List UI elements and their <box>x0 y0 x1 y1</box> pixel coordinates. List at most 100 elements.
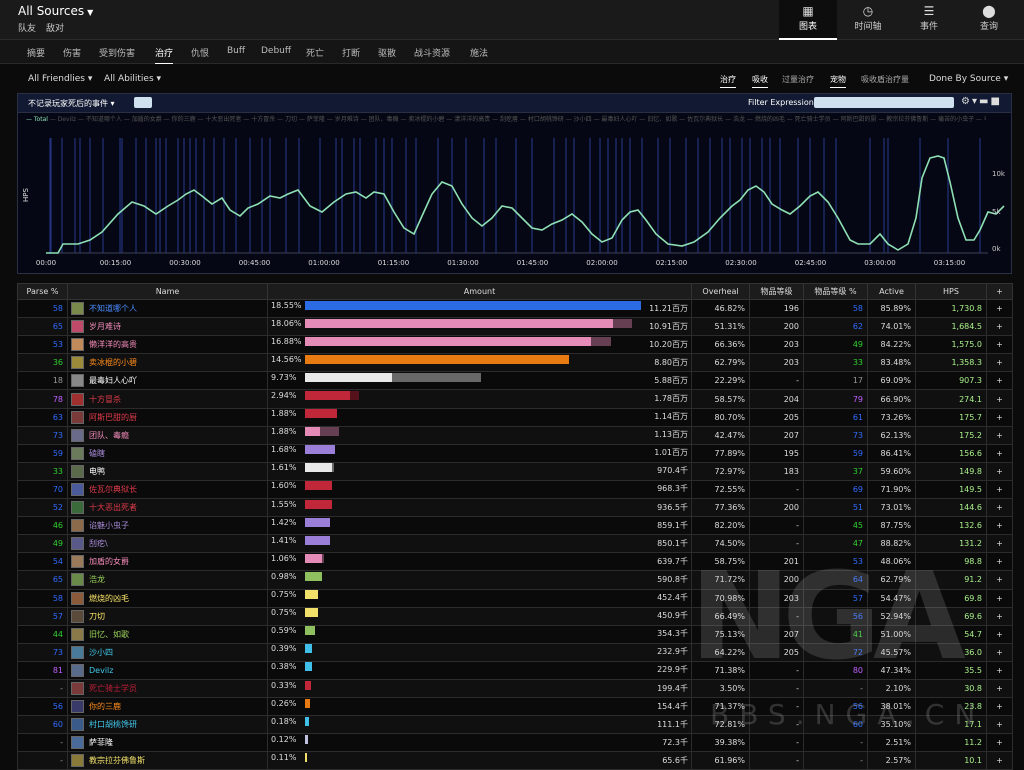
table-row[interactable]: 73 团队、毒瘾 1.88% 1.13百万 42.47% 207 73 62.13% 175.2… <box>17 425 1013 445</box>
nav-query[interactable]: ⬤ 查询 <box>960 0 1018 40</box>
name-cell[interactable]: 电鸭 <box>67 461 268 481</box>
table-row[interactable]: 63 阿斯巴甜的厨 1.88% 1.14百万 80.70% 205 61 73.26% 175.… <box>17 407 1013 427</box>
player-name[interactable]: 燃烧的凶毛 <box>89 594 129 603</box>
player-name[interactable]: 最毒妇人心吖 <box>89 376 137 385</box>
table-row[interactable]: 52 十大恶出死者 1.55% 936.5千 77.36% 200 51 73.01% 144.… <box>17 498 1013 518</box>
friendly-link[interactable]: 队友 <box>18 24 36 34</box>
filter-overheal[interactable]: 过量治疗 <box>782 74 814 85</box>
player-name[interactable]: 谄魅小虫子 <box>89 521 129 530</box>
name-cell[interactable]: 十方冒杀 <box>67 389 268 409</box>
table-row[interactable]: 65 浩龙 0.98% 590.8千 71.72% 200 64 62.79% 91.2 + <box>17 570 1013 590</box>
expand-button[interactable]: + <box>986 298 1013 319</box>
expand-button[interactable]: + <box>986 588 1013 608</box>
table-row[interactable]: 70 佐瓦尔典狱长 1.60% 968.3千 72.55% -69 71.90% 149.5 + <box>17 479 1013 500</box>
player-name[interactable]: 刮疙\ <box>89 539 108 548</box>
expand-button[interactable]: + <box>986 606 1013 626</box>
expand-button[interactable]: + <box>986 715 1013 735</box>
filter-pets[interactable]: 宠物 <box>830 74 846 88</box>
name-cell[interactable]: 不知道哪个人 <box>67 298 268 319</box>
expand-button[interactable]: + <box>986 624 1013 644</box>
expand-button[interactable]: + <box>986 461 1013 481</box>
player-name[interactable]: 浩龙 <box>89 575 105 584</box>
expand-button[interactable]: + <box>986 552 1013 572</box>
expand-button[interactable]: + <box>986 570 1013 590</box>
expand-button[interactable]: + <box>986 498 1013 518</box>
tab-debuff[interactable]: Debuff <box>261 46 291 56</box>
name-cell[interactable]: 佐瓦尔典狱长 <box>67 479 268 500</box>
table-row[interactable]: - 教宗拉芬佛鲁斯 0.11% 65.6千 61.96% - -2.57% 10.1 + <box>17 751 1013 770</box>
player-name[interactable]: 卖冰棍的小碧 <box>89 358 137 367</box>
name-cell[interactable]: 谄魅小虫子 <box>67 516 268 536</box>
expand-button[interactable]: + <box>986 697 1013 717</box>
table-row[interactable]: 46 谄魅小虫子 1.42% 859.1千 82.20% -45 87.75% 132.6 + <box>17 516 1013 536</box>
expand-button[interactable]: + <box>986 660 1013 680</box>
player-name[interactable]: 不知道哪个人 <box>89 304 137 313</box>
table-row[interactable]: 56 你的三鹿 0.26% 154.4千 71.37% -56 38.01% 23.8 + <box>17 697 1013 717</box>
name-cell[interactable]: 教宗拉芬佛鲁斯 <box>67 751 268 770</box>
header-amount[interactable]: Amount <box>267 283 692 300</box>
tab-summary[interactable]: 摘要 <box>27 46 45 59</box>
name-cell[interactable]: 刮疙\ <box>67 534 268 554</box>
name-cell[interactable]: 磕瞎 <box>67 443 268 463</box>
name-cell[interactable]: 十大恶出死者 <box>67 498 268 518</box>
player-name[interactable]: 死亡骑士学员 <box>89 684 137 693</box>
expand-button[interactable]: + <box>986 733 1013 753</box>
expand-button[interactable]: + <box>986 407 1013 427</box>
expand-button[interactable]: + <box>986 389 1013 409</box>
expand-button[interactable]: + <box>986 371 1013 391</box>
tab-casts[interactable]: 施法 <box>470 46 488 59</box>
source-title[interactable]: All Sources <box>18 4 84 18</box>
table-row[interactable]: 58 不知道哪个人 18.55% 11.21百万 46.82% 196 58 85.89% 1,… <box>17 298 1013 319</box>
player-name[interactable]: 萨菲隆 <box>89 738 113 747</box>
expand-button[interactable]: + <box>986 479 1013 500</box>
name-cell[interactable]: 阿斯巴甜的厨 <box>67 407 268 427</box>
expand-button[interactable]: + <box>986 678 1013 699</box>
nav-events[interactable]: ☰ 事件 <box>900 0 958 40</box>
tab-damage[interactable]: 伤害 <box>63 46 81 59</box>
header-hps[interactable]: HPS <box>915 283 987 300</box>
header-name[interactable]: Name <box>67 283 268 300</box>
player-name[interactable]: 岁月难诗 <box>89 322 121 331</box>
name-cell[interactable]: 浩龙 <box>67 570 268 590</box>
name-cell[interactable]: 你的三鹿 <box>67 697 268 717</box>
caret-down-icon[interactable]: ▼ <box>87 8 93 17</box>
player-name[interactable]: 教宗拉芬佛鲁斯 <box>89 756 145 765</box>
filter-absorb[interactable]: 吸收 <box>752 74 768 88</box>
player-name[interactable]: 十方冒杀 <box>89 395 121 404</box>
table-row[interactable]: 18 最毒妇人心吖 9.73% 5.88百万 22.29% -17 69.09% 907.3 + <box>17 371 1013 391</box>
player-name[interactable]: 沙小四 <box>89 648 113 657</box>
table-row[interactable]: 60 村口胡桃馋研 0.18% 111.1千 72.81% -60 35.10% 17.1 + <box>17 715 1013 735</box>
player-name[interactable]: 佐瓦尔典狱长 <box>89 485 137 494</box>
player-name[interactable]: 旧忆、如歌 <box>89 630 129 639</box>
player-name[interactable]: 懒洋洋的高贵 <box>89 340 137 349</box>
table-row[interactable]: 78 十方冒杀 2.94% 1.78百万 58.57% 204 79 66.90% 274.1 + <box>17 389 1013 409</box>
filter-healing[interactable]: 治疗 <box>720 74 736 88</box>
name-cell[interactable]: 卖冰棍的小碧 <box>67 353 268 373</box>
table-row[interactable]: 57 刀切 0.75% 450.9千 66.49% -56 52.94% 69.6 + <box>17 606 1013 626</box>
tab-healing[interactable]: 治疗 <box>155 46 174 65</box>
name-cell[interactable]: 懒洋洋的高贵 <box>67 335 268 355</box>
header-overheal[interactable]: Overheal <box>691 283 750 300</box>
player-name[interactable]: 磕瞎 <box>89 449 105 458</box>
name-cell[interactable]: 团队、毒瘾 <box>67 425 268 445</box>
header-ilvl-pct[interactable]: 物品等级 % <box>803 283 868 300</box>
expand-button[interactable]: + <box>986 534 1013 554</box>
expand-button[interactable]: + <box>986 353 1013 373</box>
tab-buff[interactable]: Buff <box>227 46 245 56</box>
table-row[interactable]: 44 旧忆、如歌 0.59% 354.3千 75.13% 207 41 51.00% 54.7 + <box>17 624 1013 644</box>
tab-dispels[interactable]: 驱散 <box>378 46 396 59</box>
player-name[interactable]: 阿斯巴甜的厨 <box>89 413 137 422</box>
table-row[interactable]: 33 电鸭 1.61% 970.4千 72.97% 183 37 59.60% 149.8 + <box>17 461 1013 481</box>
player-name[interactable]: 团队、毒瘾 <box>89 431 129 440</box>
name-cell[interactable]: Devilz <box>67 660 268 680</box>
done-by-dropdown[interactable]: Done By Source ▾ <box>929 74 1008 84</box>
name-cell[interactable]: 萨菲隆 <box>67 733 268 753</box>
expand-button[interactable]: + <box>986 425 1013 445</box>
player-name[interactable]: Devilz <box>89 666 113 675</box>
table-row[interactable]: 54 加盾的女爵 1.06% 639.7千 58.75% 201 53 48.06% 98.8 + <box>17 552 1013 572</box>
expand-button[interactable]: + <box>986 516 1013 536</box>
expand-button[interactable]: + <box>986 335 1013 355</box>
enemy-link[interactable]: 敌对 <box>46 24 64 34</box>
table-row[interactable]: - 萨菲隆 0.12% 72.3千 39.38% - -2.51% 11.2 + <box>17 733 1013 753</box>
expand-button[interactable]: + <box>986 317 1013 337</box>
